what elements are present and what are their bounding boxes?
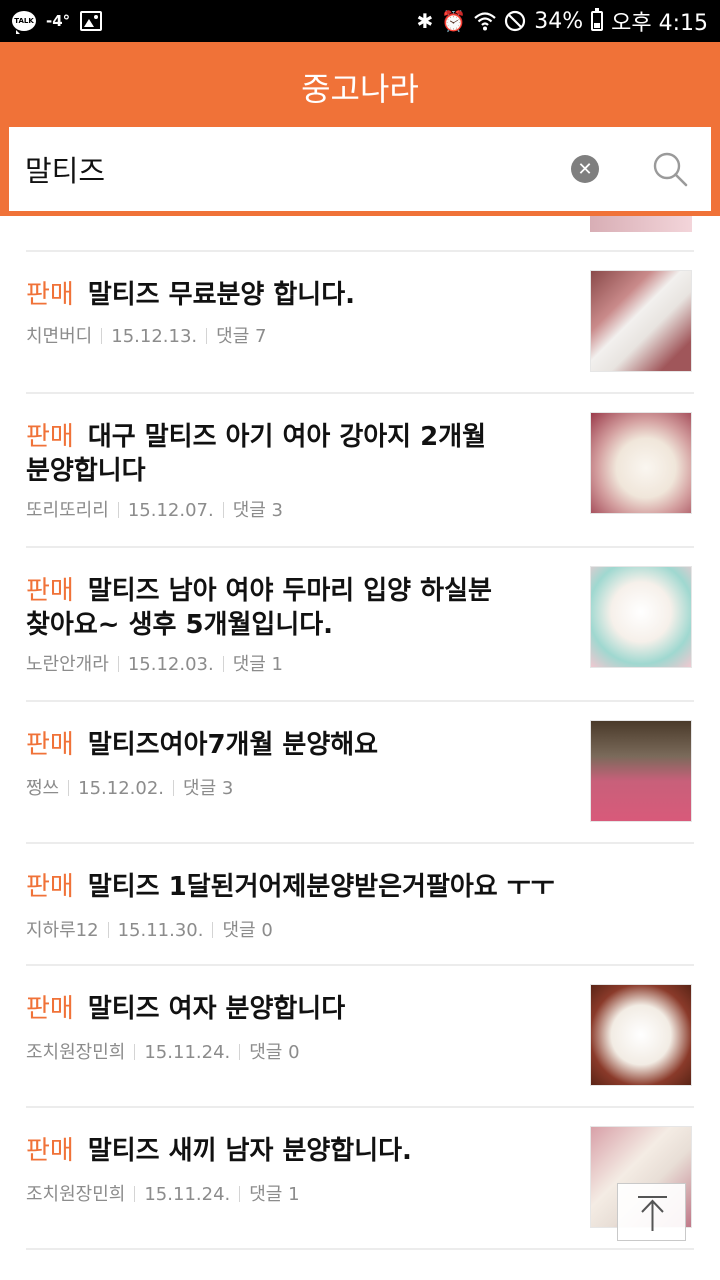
thumbnail [590,566,692,668]
sale-tag: 판매 [26,1136,74,1166]
thumbnail[interactable] [590,216,692,232]
item-title: 판매 말티즈 여자 분양합니다 [26,994,346,1024]
item-meta: 조치원장민희 15.11.24. 댓글 0 [26,1042,300,1063]
clear-search-button[interactable]: ✕ [571,155,599,183]
item-title: 판매 말티즈 1달된거어제분양받은거팔아요 ㅜㅜ [26,872,555,902]
divider [26,1248,694,1250]
battery-percent: 34% [534,8,584,34]
list-item[interactable]: 판매 말티즈 새끼 남자 분양합니다. 조치원장민희 15.11.24. 댓글 1 [0,1108,720,1250]
item-title: 판매 말티즈 남아 여야 두마리 입양 하실분 찾아요~ 생후 5개월입니다. [26,576,492,640]
do-not-disturb-icon [505,10,526,32]
item-meta: 조치원장민희 15.11.24. 댓글 1 [26,1184,300,1205]
status-bar: TALK -4° ✱ ⏰ 34% 오후 4:15 [0,0,720,42]
item-meta: 지하루12 15.11.30. 댓글 0 [26,920,273,941]
arrow-up-icon [638,1196,667,1231]
sale-tag: 판매 [26,872,74,902]
article-list: 판매 말티즈 무료분양 합니다. 치면버디 15.12.13. 댓글 7 판매 대구 말… [0,216,720,1280]
item-title: 판매 말티즈여아7개월 분양해요 [26,730,379,760]
scroll-to-top-button[interactable] [617,1183,686,1241]
search-icon[interactable] [650,149,690,189]
item-meta: 치면버디 15.12.13. 댓글 7 [26,326,267,347]
thumbnail [590,720,692,822]
list-item[interactable]: 판매 말티즈 무료분양 합니다. 치면버디 15.12.13. 댓글 7 [0,252,720,394]
image-notification-icon [80,11,103,31]
kakaotalk-icon: TALK [12,11,36,34]
list-item[interactable]: 판매 말티즈 여자 분양합니다 조치원장민희 15.11.24. 댓글 0 [0,966,720,1108]
sale-tag: 판매 [26,422,74,452]
item-title: 판매 말티즈 새끼 남자 분양합니다. [26,1136,412,1166]
bluetooth-icon: ✱ [416,9,434,33]
wifi-icon [474,12,496,31]
clock: 오후 4:15 [611,11,708,36]
item-meta: 또리또리리 15.12.07. 댓글 3 [26,500,283,521]
alarm-icon: ⏰ [441,9,467,33]
thumbnail [590,412,692,514]
sale-tag: 판매 [26,576,74,606]
list-item[interactable]: 판매 대구 말티즈 아기 여아 강아지 2개월 분양합니다 또리또리리 15.12.… [0,394,720,548]
page-title: 중고나라 [301,70,419,108]
list-item[interactable]: 판매 말티즈 1달된거어제분양받은거팔아요 ㅜㅜ 지하루12 15.11.30. 댓글… [0,844,720,966]
item-meta: 쩡쓰 15.12.02. 댓글 3 [26,778,234,799]
app-header: 중고나라 ✕ [0,42,720,216]
temperature: -4° [46,12,71,30]
thumbnail [590,984,692,1086]
sale-tag: 판매 [26,994,74,1024]
sale-tag: 판매 [26,280,74,310]
list-item[interactable]: 판매 말티즈여아7개월 분양해요 쩡쓰 15.12.02. 댓글 3 [0,702,720,844]
sale-tag: 판매 [26,730,74,760]
search-input[interactable] [25,127,545,211]
item-title: 판매 말티즈 무료분양 합니다. [26,280,356,310]
item-meta: 노란안개라 15.12.03. 댓글 1 [26,654,283,675]
search-bar: ✕ [9,127,711,211]
battery-icon [591,8,604,31]
thumbnail [590,270,692,372]
item-title: 판매 대구 말티즈 아기 여아 강아지 2개월 분양합니다 [26,422,487,486]
list-item[interactable]: 판매 말티즈 남아 여야 두마리 입양 하실분 찾아요~ 생후 5개월입니다. 노… [0,548,720,702]
